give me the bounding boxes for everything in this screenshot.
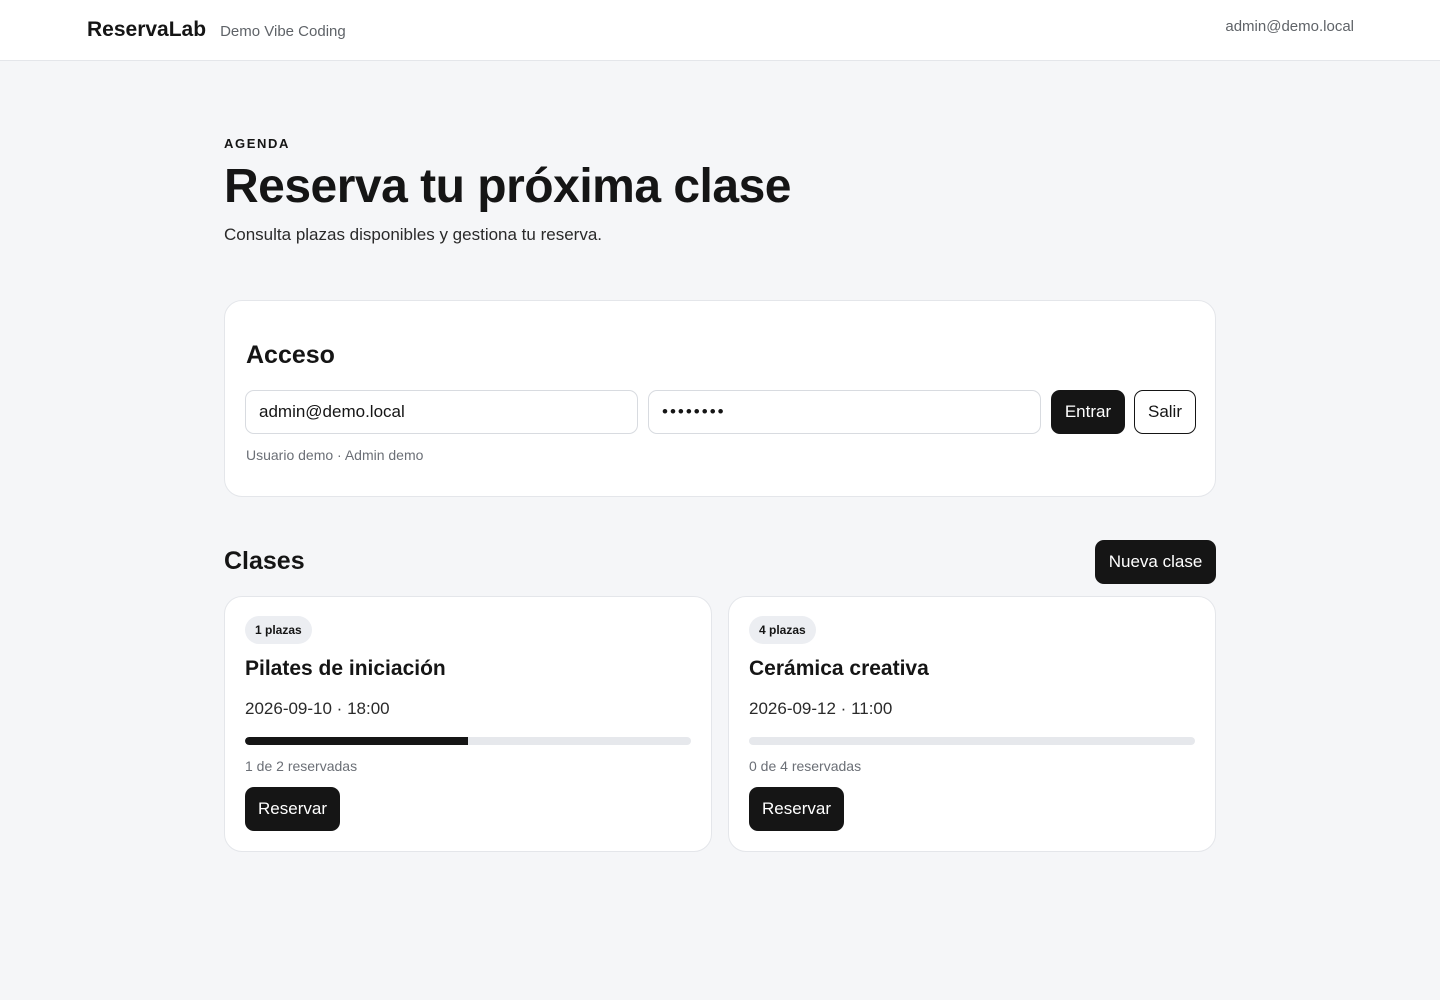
reservation-count: 1 de 2 reservadas xyxy=(245,758,358,774)
class-card: 4 plazas Cerámica creativa 2026-09-12 · … xyxy=(728,596,1216,852)
reservation-progress-bar xyxy=(749,737,1195,745)
seats-badge: 4 plazas xyxy=(749,616,816,644)
seats-badge: 1 plazas xyxy=(245,616,312,644)
login-button[interactable]: Entrar xyxy=(1051,390,1125,434)
section-eyebrow: AGENDA xyxy=(224,136,290,151)
current-user-email: admin@demo.local xyxy=(1225,18,1354,35)
logout-button[interactable]: Salir xyxy=(1134,390,1196,434)
page-title: Reserva tu próxima clase xyxy=(224,160,791,213)
brand-name[interactable]: ReservaLab xyxy=(87,18,206,42)
class-name: Cerámica creativa xyxy=(749,657,929,680)
classes-title: Clases xyxy=(224,547,305,575)
reservation-count: 0 de 4 reservadas xyxy=(749,758,862,774)
email-field[interactable] xyxy=(245,390,638,434)
class-name: Pilates de iniciación xyxy=(245,657,446,680)
page-subtitle: Consulta plazas disponibles y gestiona t… xyxy=(224,225,602,244)
class-card: 1 plazas Pilates de iniciación 2026-09-1… xyxy=(224,596,712,852)
class-datetime: 2026-09-12 · 11:00 xyxy=(749,699,893,718)
password-field[interactable] xyxy=(648,390,1041,434)
brand-tagline: Demo Vibe Coding xyxy=(220,23,346,40)
main-content: AGENDA Reserva tu próxima clase Consulta… xyxy=(224,61,1216,852)
reserve-button[interactable]: Reservar xyxy=(749,787,844,831)
access-title: Acceso xyxy=(246,341,335,369)
reservation-progress-bar xyxy=(245,737,691,745)
classes-header: Clases Nueva clase xyxy=(224,540,1216,584)
new-class-button[interactable]: Nueva clase xyxy=(1095,540,1216,584)
demo-users-hint: Usuario demo · Admin demo xyxy=(246,447,424,463)
brand[interactable]: ReservaLab Demo Vibe Coding xyxy=(87,18,346,42)
top-bar: ReservaLab Demo Vibe Coding admin@demo.l… xyxy=(0,0,1440,61)
reservation-progress-fill xyxy=(245,737,468,745)
reserve-button[interactable]: Reservar xyxy=(245,787,340,831)
class-datetime: 2026-09-10 · 18:00 xyxy=(245,699,390,718)
access-card: Acceso Entrar Salir Usuario demo · Admin… xyxy=(224,300,1216,497)
